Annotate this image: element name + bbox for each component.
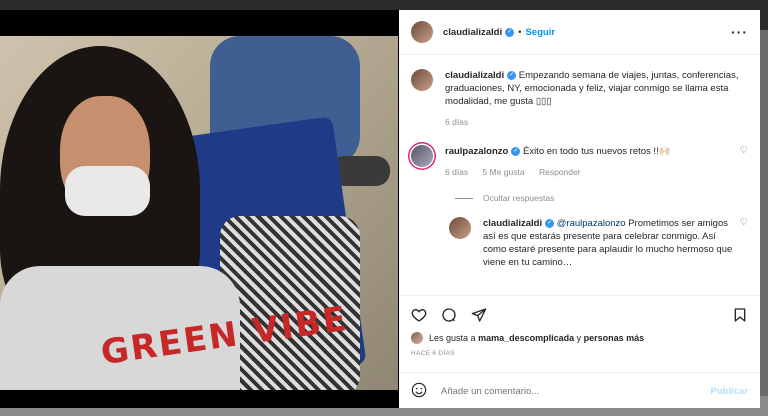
reply-row: claudializaldi ✓ @raulpazalonzo Prometimo…: [437, 217, 760, 269]
reply-like-heart-icon[interactable]: ♡: [740, 217, 748, 269]
comments-section: claudializaldi ✓ Empezando semana de viaj…: [399, 55, 760, 295]
comment-meta: 6 días 5 Me gusta Responder: [445, 166, 734, 179]
comment-text: Éxito en todo tus nuevos retos !!🙌🏻: [522, 146, 671, 157]
post-side-panel: claudializaldi ✓ • Seguir ··· claudializ…: [399, 10, 760, 408]
caption-body: claudializaldi ✓ Empezando semana de viaj…: [445, 69, 748, 129]
comment-row: raulpazalonzo ✓ Éxito en todo tus nuevos …: [399, 145, 760, 179]
replies-line: [455, 197, 473, 199]
comment-likes[interactable]: 5 Me gusta: [483, 167, 525, 177]
liker-avatar: [411, 332, 423, 344]
reply-avatar[interactable]: [449, 217, 471, 239]
bookmark-icon[interactable]: [732, 307, 748, 326]
post-photo[interactable]: GREEN VIBE: [0, 36, 398, 390]
add-comment-bar: Publicar: [399, 372, 760, 409]
comment-username[interactable]: raulpazalonzo: [445, 146, 508, 157]
author-username[interactable]: claudializaldi: [443, 27, 502, 38]
more-options-icon[interactable]: ···: [731, 24, 748, 40]
caption-meta: 6 días: [445, 116, 748, 129]
comment-bubble-icon[interactable]: [441, 307, 457, 326]
likes-user[interactable]: mama_descomplicada: [478, 333, 574, 343]
reply-mention[interactable]: @raulpazalonzo: [557, 218, 626, 229]
comment-like-heart-icon[interactable]: ♡: [740, 145, 748, 179]
comment-input[interactable]: [439, 384, 711, 398]
verified-icon: ✓: [507, 70, 517, 80]
follow-button[interactable]: Seguir: [525, 27, 555, 38]
separator-dot: •: [518, 26, 522, 38]
verified-icon: ✓: [511, 146, 521, 156]
like-heart-icon[interactable]: [411, 307, 427, 326]
likes-connector: y: [576, 333, 582, 343]
caption-username[interactable]: claudializaldi: [445, 70, 504, 81]
caption-row: claudializaldi ✓ Empezando semana de viaj…: [399, 69, 760, 129]
likes-others[interactable]: personas más: [584, 333, 645, 343]
reply-username[interactable]: claudializaldi: [483, 218, 542, 229]
caption-time: 6 días: [445, 117, 469, 127]
likes-prefix: Les gusta a: [429, 333, 476, 343]
publish-button[interactable]: Publicar: [711, 386, 749, 397]
verified-icon: ✓: [505, 27, 515, 37]
action-bar: [399, 295, 760, 336]
emoji-icon[interactable]: [411, 382, 427, 401]
caption-avatar[interactable]: [411, 69, 433, 91]
hide-replies-toggle[interactable]: Ocultar respuestas: [455, 193, 760, 203]
author-avatar[interactable]: [411, 21, 433, 43]
share-send-icon[interactable]: [471, 307, 487, 326]
likes-summary: Les gusta a mama_descomplicada y persona…: [411, 332, 748, 344]
comment-time: 6 días: [445, 167, 469, 177]
comment-body: raulpazalonzo ✓ Éxito en todo tus nuevos …: [445, 145, 734, 179]
post-time-ago: HACE 6 DÍAS: [411, 350, 455, 357]
hide-replies-label: Ocultar respuestas: [483, 193, 555, 203]
photo-mask: [65, 166, 150, 216]
reply-button[interactable]: Responder: [539, 167, 581, 177]
reply-body: claudializaldi ✓ @raulpazalonzo Prometimo…: [483, 217, 734, 269]
commenter-avatar[interactable]: [411, 145, 433, 167]
post-header: claudializaldi ✓ • Seguir ···: [399, 10, 760, 55]
verified-icon: ✓: [545, 218, 555, 228]
